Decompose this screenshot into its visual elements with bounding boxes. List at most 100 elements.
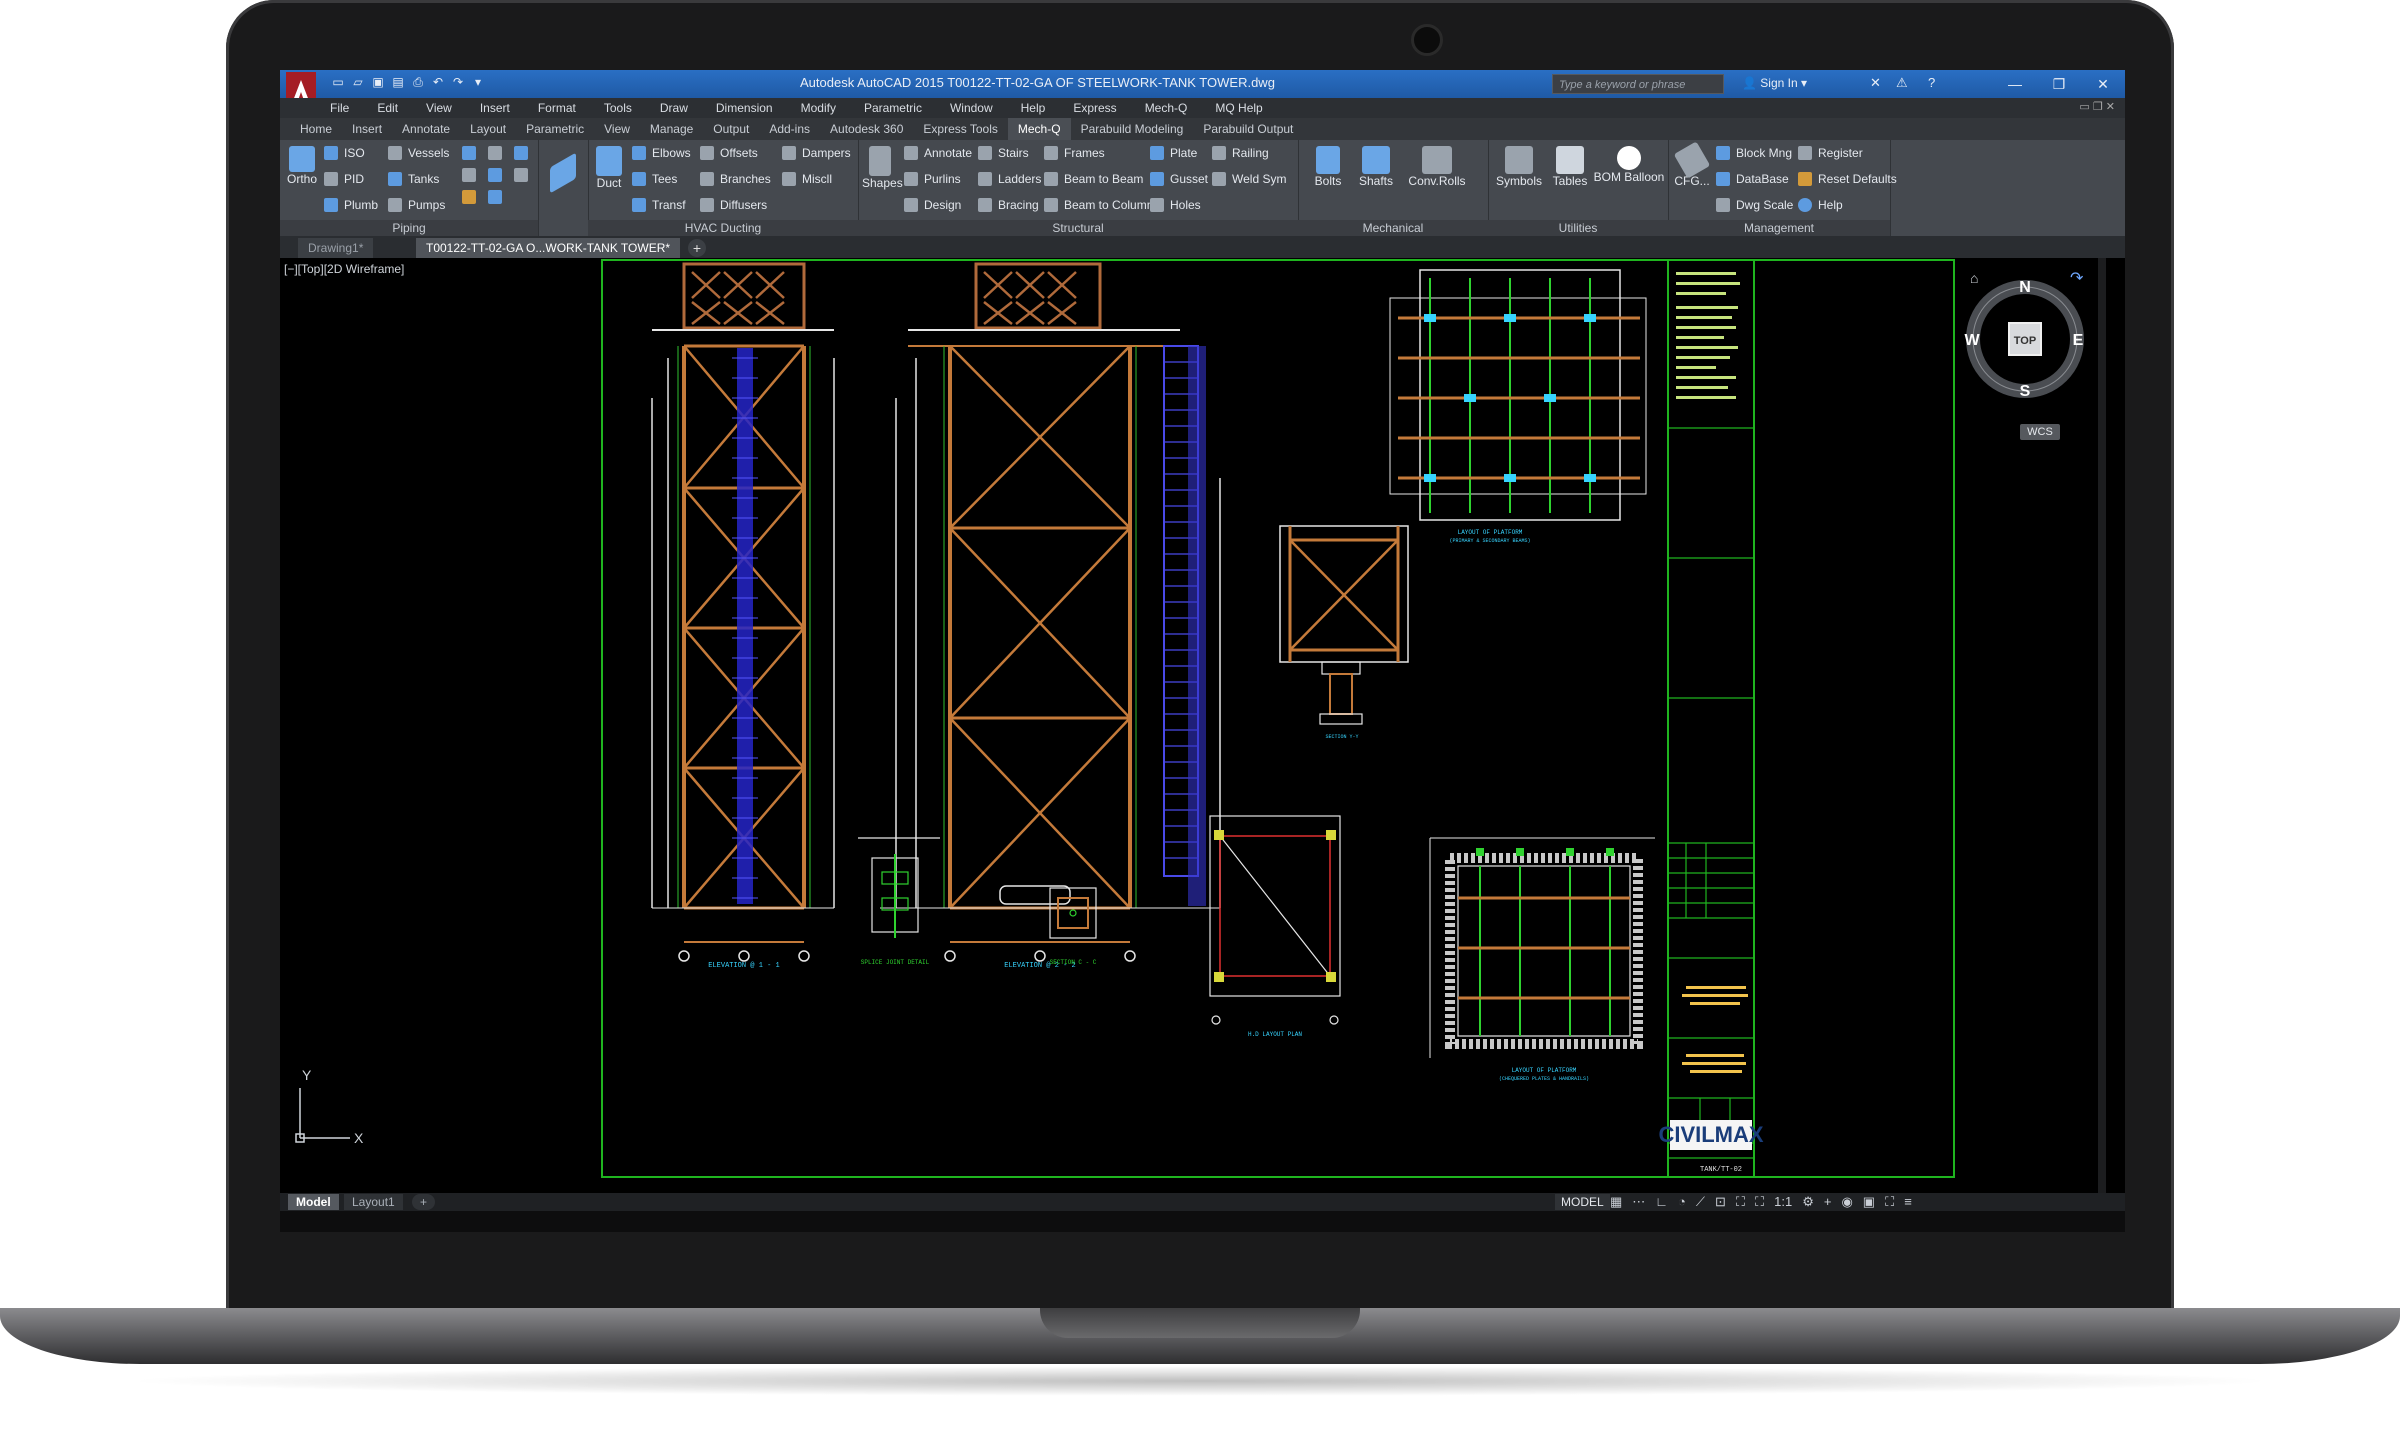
plate-button[interactable]: Plate bbox=[1150, 146, 1197, 160]
menu-insert[interactable]: Insert bbox=[480, 98, 510, 118]
dampers-button[interactable]: Dampers bbox=[782, 146, 851, 160]
purlins-button[interactable]: Purlins bbox=[904, 172, 961, 186]
customization-icon[interactable]: ≡ bbox=[1904, 1194, 1912, 1210]
autoscale-icon[interactable]: ⛶ bbox=[1755, 1194, 1764, 1210]
tanks-button[interactable]: Tanks bbox=[388, 172, 439, 186]
viewport-label[interactable]: [−][Top][2D Wireframe] bbox=[284, 262, 404, 276]
menu-format[interactable]: Format bbox=[538, 98, 576, 118]
symbols-button[interactable]: Symbols bbox=[1492, 146, 1546, 188]
offsets-button[interactable]: Offsets bbox=[700, 146, 758, 160]
vessels-button[interactable]: Vessels bbox=[388, 146, 449, 160]
exchange-icon[interactable]: ✕ bbox=[1870, 75, 1881, 91]
ribbon-tab-layout[interactable]: Layout bbox=[460, 118, 516, 140]
fitting-tool-icon[interactable] bbox=[488, 146, 502, 160]
clean-screen-icon[interactable]: ⛶ bbox=[1885, 1194, 1894, 1210]
print-icon[interactable]: ⎙ bbox=[410, 74, 426, 90]
ribbon-tab-insert[interactable]: Insert bbox=[342, 118, 392, 140]
layout1-tab[interactable]: Layout1 bbox=[344, 1194, 403, 1210]
file-tab-tank-tower[interactable]: T00122-TT-02-GA O...WORK-TANK TOWER* bbox=[416, 238, 681, 258]
ribbon-tab-manage[interactable]: Manage bbox=[640, 118, 703, 140]
minimize-button[interactable]: — bbox=[1993, 70, 2037, 98]
connect-icon[interactable]: ⚠ bbox=[1896, 75, 1908, 91]
vertical-scrollbar[interactable] bbox=[2098, 258, 2106, 1193]
add-layout-button[interactable]: + bbox=[412, 1194, 436, 1210]
help-icon[interactable]: ? bbox=[1928, 75, 1935, 90]
ribbon-tab-parametric[interactable]: Parametric bbox=[516, 118, 594, 140]
ortho-button[interactable]: Ortho bbox=[284, 146, 320, 186]
ribbon-tab-parabuild-output[interactable]: Parabuild Output bbox=[1193, 118, 1303, 140]
ribbon-tab-parabuild-modeling[interactable]: Parabuild Modeling bbox=[1071, 118, 1194, 140]
valve-tool-icon[interactable] bbox=[514, 146, 528, 160]
database-button[interactable]: DataBase bbox=[1716, 172, 1789, 186]
open-icon[interactable]: ▱ bbox=[350, 74, 366, 90]
ribbon-tab-view[interactable]: View bbox=[594, 118, 640, 140]
sign-in-button[interactable]: 👤 Sign In ▾ bbox=[1742, 76, 1807, 90]
menu-modify[interactable]: Modify bbox=[801, 98, 836, 118]
duct-button[interactable]: Duct bbox=[592, 146, 626, 190]
weld-sym-button[interactable]: Weld Sym bbox=[1212, 172, 1286, 186]
reducer-tool-icon[interactable] bbox=[488, 168, 502, 182]
polar-icon[interactable]: ◔ bbox=[1678, 1194, 1686, 1210]
cfg-button[interactable]: CFG... bbox=[1672, 141, 1712, 188]
menu-parametric[interactable]: Parametric bbox=[864, 98, 922, 118]
ribbon-tab-autodesk-360[interactable]: Autodesk 360 bbox=[820, 118, 913, 140]
gusset-button[interactable]: Gusset bbox=[1150, 172, 1208, 186]
menu-help[interactable]: Help bbox=[1021, 98, 1046, 118]
shapes-button[interactable]: Shapes bbox=[862, 146, 903, 190]
save-icon[interactable]: ▣ bbox=[370, 74, 386, 90]
pumps-button[interactable]: Pumps bbox=[388, 198, 445, 212]
extra-tool-button[interactable] bbox=[548, 152, 578, 194]
dwg-scale-button[interactable]: Dwg Scale bbox=[1716, 198, 1793, 212]
ortho-mode-icon[interactable]: ∟ bbox=[1655, 1194, 1668, 1210]
saveas-icon[interactable]: ▤ bbox=[390, 74, 406, 90]
maximize-button[interactable]: ❐ bbox=[2037, 70, 2081, 98]
reset-defaults-button[interactable]: Reset Defaults bbox=[1798, 172, 1897, 186]
annotation-visibility-icon[interactable]: ⛶ bbox=[1736, 1194, 1745, 1210]
ribbon-tab-express-tools[interactable]: Express Tools bbox=[913, 118, 1007, 140]
ribbon-tab-output[interactable]: Output bbox=[703, 118, 759, 140]
iso-button[interactable]: ISO bbox=[324, 146, 365, 160]
tag-tool-icon[interactable] bbox=[462, 190, 476, 204]
block-mng-button[interactable]: Block Mng bbox=[1716, 146, 1792, 160]
menu-tools[interactable]: Tools bbox=[604, 98, 632, 118]
menu-file[interactable]: File bbox=[330, 98, 349, 118]
isolate-objects-icon[interactable]: ◉ bbox=[1841, 1194, 1852, 1210]
menu-window[interactable]: Window bbox=[950, 98, 993, 118]
wcs-menu[interactable]: WCS bbox=[2020, 424, 2060, 440]
rotate-view-icon[interactable]: ↷ bbox=[2070, 268, 2083, 288]
transf-button[interactable]: Transf bbox=[632, 198, 686, 212]
flange-tool-icon[interactable] bbox=[462, 168, 476, 182]
dropdown-icon[interactable]: ▾ bbox=[470, 74, 486, 90]
menu-express[interactable]: Express bbox=[1073, 98, 1116, 118]
tables-button[interactable]: Tables bbox=[1548, 146, 1592, 188]
file-tab-drawing1[interactable]: Drawing1* bbox=[298, 238, 374, 258]
railing-button[interactable]: Railing bbox=[1212, 146, 1269, 160]
menu-dimension[interactable]: Dimension bbox=[716, 98, 773, 118]
ribbon-tab-annotate[interactable]: Annotate bbox=[392, 118, 460, 140]
branches-button[interactable]: Branches bbox=[700, 172, 771, 186]
annotate-button[interactable]: Annotate bbox=[904, 146, 972, 160]
design-button[interactable]: Design bbox=[904, 198, 961, 212]
shafts-button[interactable]: Shafts bbox=[1354, 146, 1398, 188]
conv-rolls-button[interactable]: Conv.Rolls bbox=[1406, 146, 1468, 188]
menu-edit[interactable]: Edit bbox=[377, 98, 398, 118]
search-input[interactable]: Type a keyword or phrase bbox=[1552, 74, 1724, 94]
holes-button[interactable]: Holes bbox=[1150, 198, 1201, 212]
beam-to-column-button[interactable]: Beam to Column bbox=[1044, 198, 1153, 212]
support-tool-icon[interactable] bbox=[488, 190, 502, 204]
stairs-button[interactable]: Stairs bbox=[978, 146, 1029, 160]
isodraft-icon[interactable]: ⟋ bbox=[1696, 1194, 1705, 1210]
drawing-canvas[interactable]: CIVILMAX TANK/TT-02 ELEVATION @ 1 - 1 EL… bbox=[280, 258, 2125, 1193]
ribbon-tab-home[interactable]: Home bbox=[290, 118, 342, 140]
snap-icon[interactable]: ⋯ bbox=[1632, 1194, 1645, 1210]
undo-icon[interactable]: ↶ bbox=[430, 74, 446, 90]
diffusers-button[interactable]: Diffusers bbox=[700, 198, 767, 212]
tees-button[interactable]: Tees bbox=[632, 172, 677, 186]
workspace-gear-icon[interactable]: ⚙ bbox=[1802, 1194, 1814, 1210]
new-icon[interactable]: ▭ bbox=[330, 74, 346, 90]
ribbon-tab-add-ins[interactable]: Add-ins bbox=[759, 118, 820, 140]
help-button[interactable]: Help bbox=[1798, 198, 1843, 212]
pid-button[interactable]: PID bbox=[324, 172, 364, 186]
miscll-button[interactable]: Miscll bbox=[782, 172, 832, 186]
close-button[interactable]: ✕ bbox=[2081, 70, 2125, 98]
